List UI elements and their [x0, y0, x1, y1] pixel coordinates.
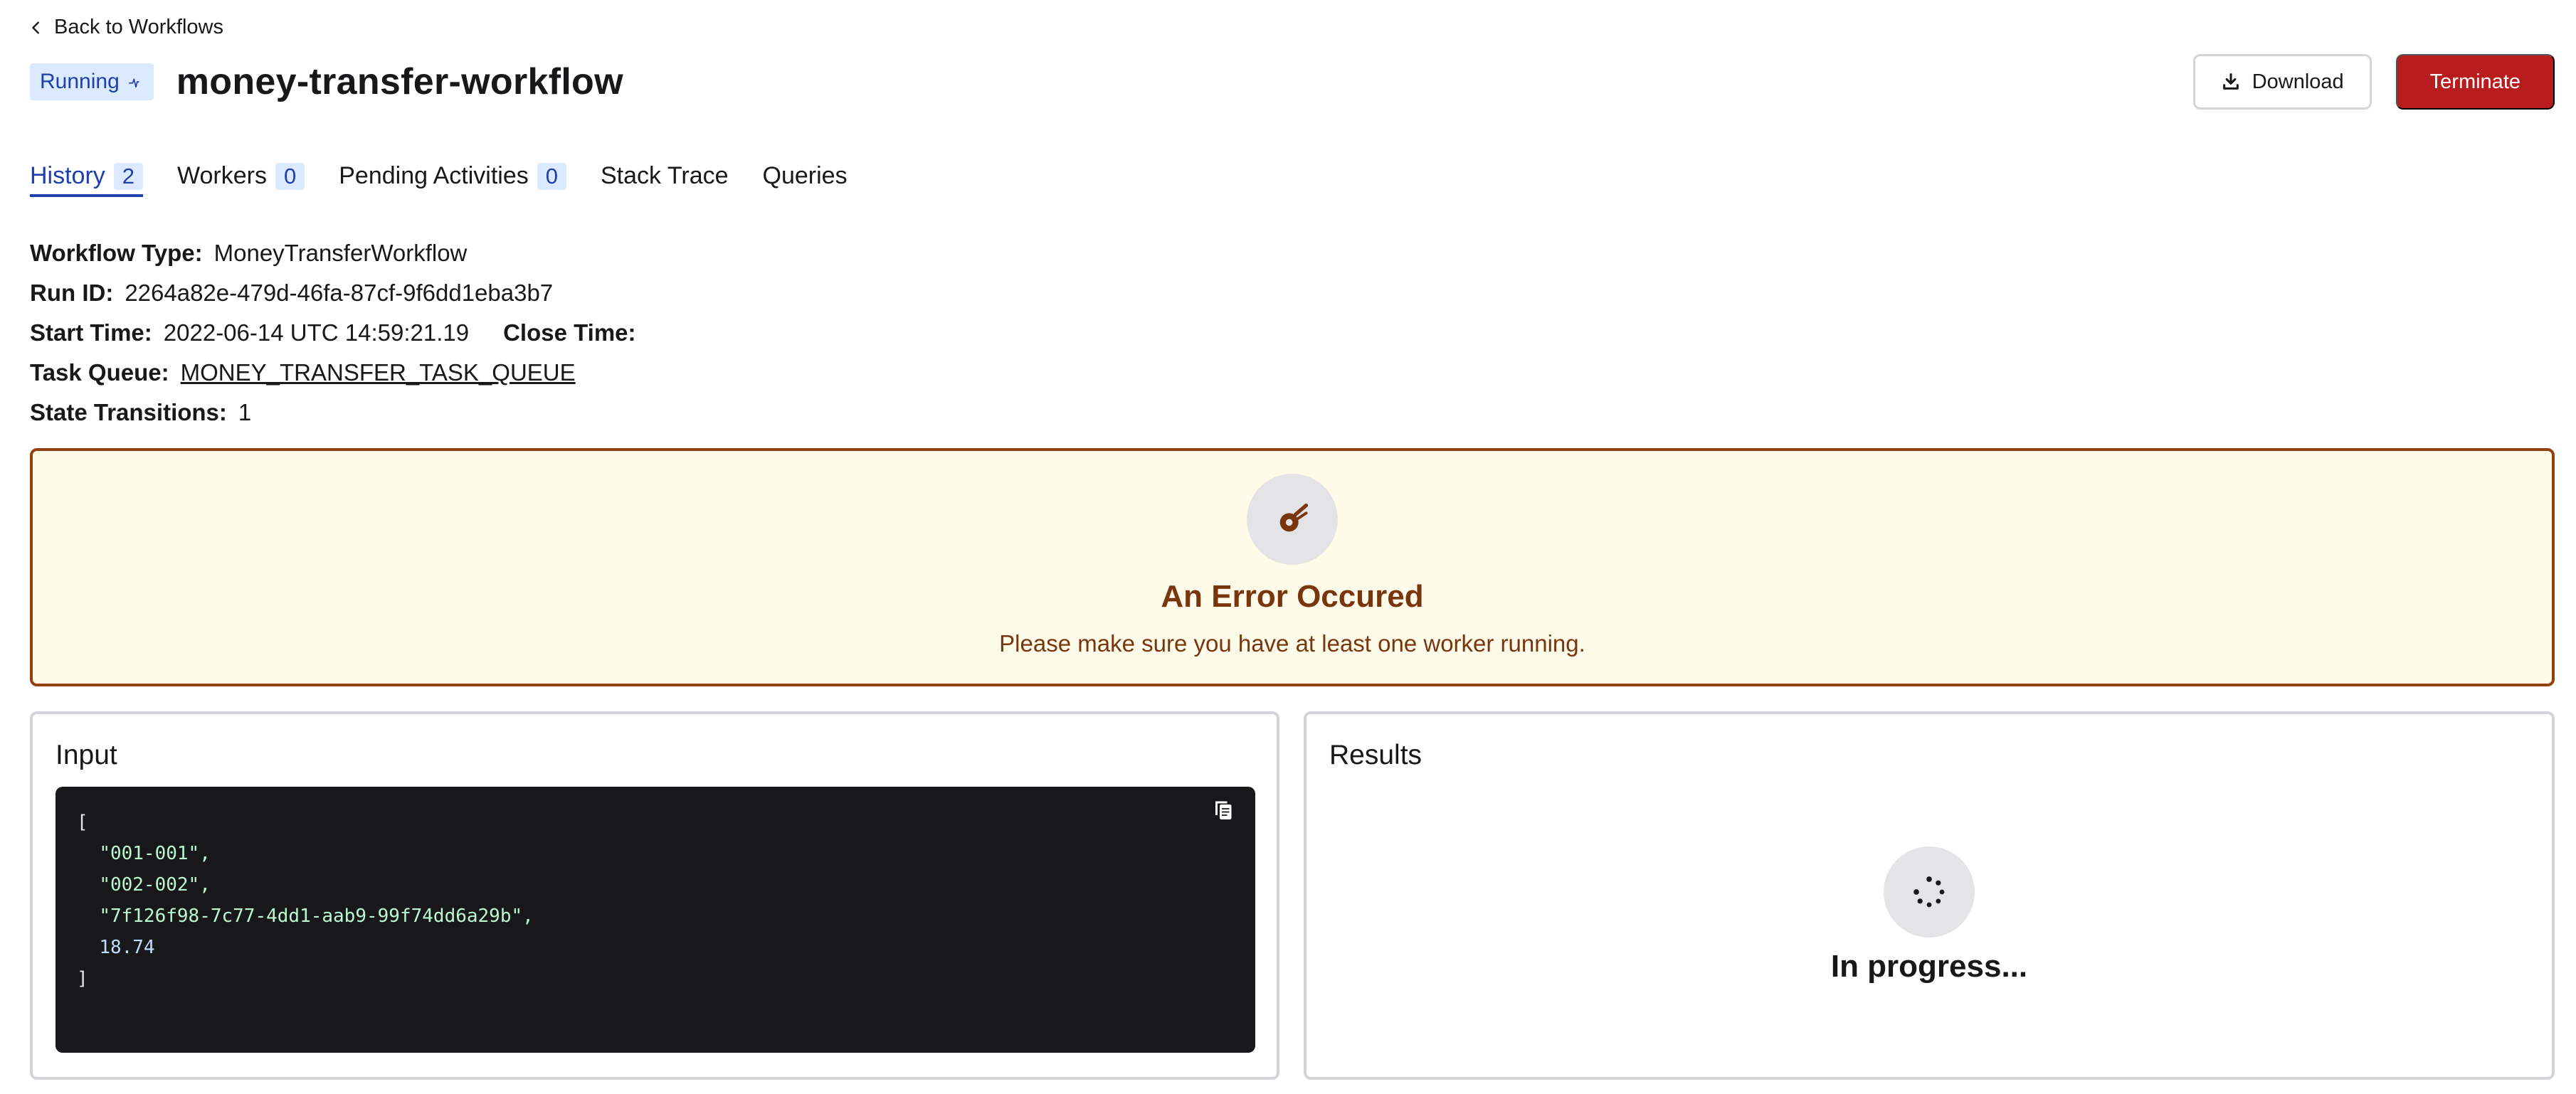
- tab-workers[interactable]: Workers 0: [177, 162, 305, 197]
- code-open-bracket: [: [77, 812, 88, 833]
- status-label: Running: [40, 70, 120, 93]
- code-close-bracket: ]: [77, 968, 88, 989]
- page-title: money-transfer-workflow: [176, 61, 623, 102]
- tab-stack-trace-label: Stack Trace: [601, 162, 729, 189]
- workflow-header: Running money-transfer-workflow Download…: [30, 54, 2555, 110]
- tab-stack-trace[interactable]: Stack Trace: [601, 162, 729, 197]
- tab-workers-label: Workers: [177, 162, 267, 189]
- code-line: "002-002",: [77, 869, 1234, 901]
- run-id-row: Run ID: 2264a82e-479d-46fa-87cf-9f6dd1eb…: [30, 273, 636, 313]
- workflow-type-row: Workflow Type: MoneyTransferWorkflow: [30, 233, 636, 273]
- code-number: 18.74: [99, 937, 155, 958]
- input-code-block: [ "001-001", "002-002", "7f126f98-7c77-4…: [56, 787, 1255, 1053]
- activity-pulse-icon: [128, 78, 139, 88]
- spinner-icon: [1913, 876, 1945, 908]
- start-time-label: Start Time:: [30, 319, 152, 346]
- workflow-details: Workflow Type: MoneyTransferWorkflow Run…: [30, 233, 636, 432]
- error-message: Please make sure you have at least one w…: [999, 630, 1585, 657]
- code-string: "001-001",: [99, 843, 211, 864]
- run-id-value: 2264a82e-479d-46fa-87cf-9f6dd1eba3b7: [125, 280, 554, 306]
- task-queue-label: Task Queue:: [30, 359, 169, 386]
- progress-icon-circle: [1884, 846, 1975, 938]
- input-card: Input [ "001-001", "002-002", "7f126f98-…: [30, 711, 1279, 1080]
- download-icon: [2222, 73, 2239, 90]
- workflow-tabs: History 2 Workers 0 Pending Activities 0…: [30, 162, 848, 197]
- terminate-button[interactable]: Terminate: [2395, 54, 2555, 110]
- run-id-label: Run ID:: [30, 280, 114, 306]
- tab-queries-label: Queries: [762, 162, 848, 189]
- tab-workers-count: 0: [275, 162, 305, 190]
- start-time-value: 2022-06-14 UTC 14:59:21.19: [163, 319, 470, 346]
- tab-history-count: 2: [113, 162, 144, 190]
- comet-icon: [1279, 503, 1309, 532]
- workflow-type-label: Workflow Type:: [30, 240, 203, 266]
- results-title: Results: [1329, 740, 1422, 770]
- back-link-label: Back to Workflows: [54, 16, 223, 38]
- status-badge: Running: [30, 63, 154, 100]
- tab-pending-activities[interactable]: Pending Activities 0: [339, 162, 566, 197]
- code-line: 18.74: [77, 932, 1234, 963]
- state-transitions-label: State Transitions:: [30, 399, 227, 425]
- code-line: "001-001",: [77, 838, 1234, 869]
- header-actions: Download Terminate: [2192, 54, 2555, 110]
- time-row: Start Time: 2022-06-14 UTC 14:59:21.19 C…: [30, 313, 636, 353]
- download-label: Download: [2252, 70, 2344, 93]
- tab-queries[interactable]: Queries: [763, 162, 848, 197]
- error-title: An Error Occured: [1161, 579, 1424, 614]
- tab-pending-activities-label: Pending Activities: [339, 162, 529, 189]
- copy-icon[interactable]: [1211, 798, 1237, 824]
- download-button[interactable]: Download: [2192, 54, 2372, 110]
- code-line: "7f126f98-7c77-4dd1-aab9-99f74dd6a29b",: [77, 901, 1234, 932]
- code-string: "002-002",: [99, 874, 211, 896]
- task-queue-row: Task Queue: MONEY_TRANSFER_TASK_QUEUE: [30, 353, 636, 393]
- error-icon-circle: [1247, 474, 1338, 565]
- progress-text: In progress...: [1830, 949, 2028, 984]
- close-time-label: Close Time:: [503, 319, 636, 346]
- state-transitions-row: State Transitions: 1: [30, 393, 636, 432]
- chevron-left-icon: [32, 21, 39, 34]
- code-string: "7f126f98-7c77-4dd1-aab9-99f74dd6a29b",: [99, 906, 534, 927]
- error-alert: An Error Occured Please make sure you ha…: [30, 448, 2555, 686]
- back-to-workflows-link[interactable]: Back to Workflows: [28, 16, 223, 39]
- input-title: Input: [56, 740, 117, 770]
- tab-history-label: History: [30, 162, 105, 189]
- task-queue-link[interactable]: MONEY_TRANSFER_TASK_QUEUE: [181, 359, 576, 386]
- tab-history[interactable]: History 2: [30, 162, 144, 197]
- workflow-type-value: MoneyTransferWorkflow: [213, 240, 468, 266]
- tab-pending-activities-count: 0: [537, 162, 566, 190]
- state-transitions-value: 1: [238, 399, 252, 425]
- results-card: Results In progress...: [1304, 711, 2555, 1080]
